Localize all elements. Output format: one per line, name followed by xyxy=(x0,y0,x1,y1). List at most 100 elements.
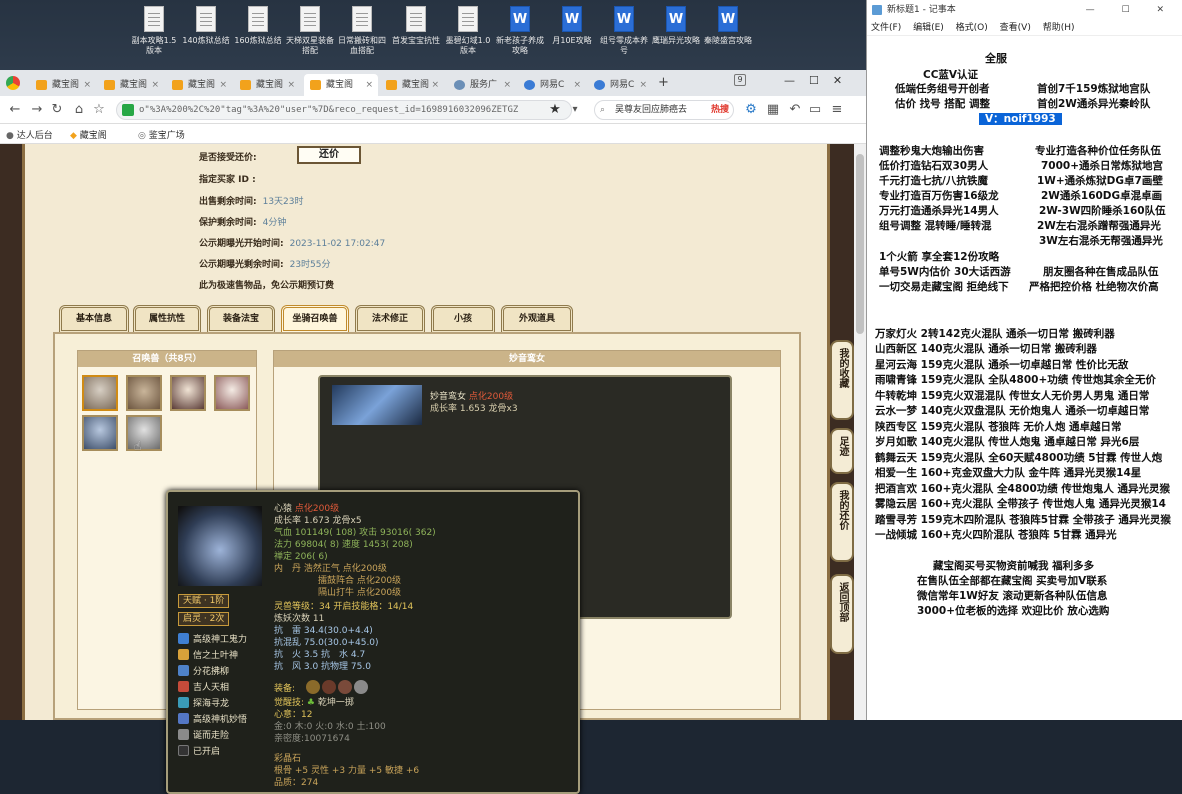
desktop-icon[interactable]: 140炼狱总结 xyxy=(180,4,232,66)
my-offers-button[interactable]: 我的还价 xyxy=(830,482,854,562)
desktop-icon[interactable]: 墨碧幻域1.0版本 xyxy=(442,4,494,66)
dropdown-icon[interactable]: ▾ xyxy=(566,101,584,119)
pet-growth: 成长率 1.673 龙骨x5 xyxy=(274,516,362,526)
pet-thumbnail[interactable] xyxy=(82,415,118,451)
window-controls[interactable]: — ☐ ✕ xyxy=(1086,0,1176,20)
desktop-icon[interactable]: 160炼狱总结 xyxy=(232,4,284,66)
footprint-button[interactable]: 足迹 xyxy=(830,428,854,474)
browser-tab[interactable]: 藏宝阁 × xyxy=(304,74,378,96)
bookmark-star-icon[interactable]: ★ xyxy=(546,101,564,119)
pet-thumbnail[interactable] xyxy=(214,375,250,411)
browser-tab[interactable]: 网易C × xyxy=(518,74,586,96)
forward-icon[interactable]: → xyxy=(28,101,46,119)
grid-icon[interactable]: ▦ xyxy=(764,101,782,119)
browser-tab[interactable]: 藏宝阁 × xyxy=(380,74,444,96)
pet-thumbnail[interactable] xyxy=(126,415,162,451)
desktop-icon[interactable]: 日常搬砖和四血搭配 xyxy=(336,4,388,66)
close-icon[interactable]: × xyxy=(151,74,159,96)
desktop-icon[interactable]: W 组号零成本养号 xyxy=(598,4,650,66)
menu-file[interactable]: 文件(F) xyxy=(871,23,901,33)
search-input[interactable]: ⌕ 吴尊友回应肺癌去 热搜 xyxy=(594,100,734,120)
pet-thumbnail[interactable] xyxy=(170,375,206,411)
new-tab-button[interactable]: + xyxy=(658,75,669,90)
extension-icon[interactable]: ⚙ xyxy=(742,101,760,119)
bookmark-item[interactable]: ● 达人后台 xyxy=(6,128,53,141)
browser-tab[interactable]: 服务广 × xyxy=(448,74,516,96)
skill-item[interactable]: 吉人天相 xyxy=(178,680,229,693)
skill-item[interactable]: 探海寻龙 xyxy=(178,696,229,709)
menu-format[interactable]: 格式(O) xyxy=(956,23,988,33)
back-to-top-button[interactable]: 返回顶部 xyxy=(830,574,854,654)
skill-label: 信之土叶神 xyxy=(193,651,239,661)
browser-tab[interactable]: 网易C × xyxy=(588,74,652,96)
address-bar[interactable]: o"%3A%200%2C%20"tag"%3A%20"user"%7D&reco… xyxy=(116,100,572,120)
desktop-icon[interactable]: 首发宝宝抗性 xyxy=(390,4,442,66)
close-icon[interactable]: × xyxy=(287,74,295,96)
desktop-icon[interactable]: W 新老孩子养成攻略 xyxy=(494,4,546,66)
skill-item[interactable]: 高级神工鬼力 xyxy=(178,632,247,645)
skill-item[interactable]: 分花拂柳 xyxy=(178,664,229,677)
bookmark-item[interactable]: ◎ 鉴宝广场 xyxy=(138,128,185,141)
notepad-window: 新标题1 - 记事本 — ☐ ✕ 文件(F) 编辑(E) 格式(O) 查看(V) … xyxy=(866,0,1182,720)
menu-edit[interactable]: 编辑(E) xyxy=(913,23,944,33)
close-icon[interactable]: × xyxy=(639,74,647,96)
close-icon[interactable]: × xyxy=(219,74,227,96)
notepad-text-area[interactable]: 全服 CC蓝V认证 低端任务组号开创者 首创7千159炼狱地宫队 估价 找号 搭… xyxy=(867,36,1182,720)
browser-tab[interactable]: 藏宝阁 × xyxy=(166,74,232,96)
tab-attributes[interactable]: 属性抗性 xyxy=(133,305,201,333)
close-icon[interactable]: × xyxy=(573,74,581,96)
desktop-icon[interactable]: W 鹰瑞异光攻略 xyxy=(650,4,702,66)
close-icon[interactable]: × xyxy=(503,74,511,96)
desktop-icon[interactable]: W 月10E攻略 xyxy=(546,4,598,66)
menu-help[interactable]: 帮助(H) xyxy=(1043,23,1075,33)
skill-item[interactable]: 已开启 xyxy=(178,744,220,757)
browser-tab[interactable]: 藏宝阁 × xyxy=(98,74,164,96)
pet-thumbnail[interactable] xyxy=(82,375,118,411)
skill-item[interactable]: 诞而走险 xyxy=(178,728,229,741)
star-icon[interactable]: ☆ xyxy=(90,101,108,119)
tab-appearance[interactable]: 外观道具 xyxy=(501,305,573,333)
menu-icon[interactable]: ≡ xyxy=(828,101,846,119)
tab-favicon-icon xyxy=(524,80,535,90)
bookmark-item[interactable]: ◆ 藏宝阁 xyxy=(70,128,107,141)
text-line: 调整秒鬼大炮输出伤害 xyxy=(879,145,984,157)
back-icon[interactable]: ← xyxy=(6,101,24,119)
pet-thumbnail[interactable] xyxy=(126,375,162,411)
tab-child[interactable]: 小孩 xyxy=(431,305,495,333)
close-icon[interactable]: × xyxy=(431,74,439,96)
home-icon[interactable]: ⌂ xyxy=(70,101,88,119)
skill-item[interactable]: 高级神机妙悟 xyxy=(178,712,247,725)
pet-xinyi: 心意：12 xyxy=(274,710,313,720)
undo-icon[interactable]: ↶ xyxy=(786,101,804,119)
skill-item[interactable]: 信之土叶神 xyxy=(178,648,238,661)
desktop-icon[interactable]: 天梯双星装备搭配 xyxy=(284,4,336,66)
sidebar-toggle-icon[interactable]: ▭ xyxy=(806,101,824,119)
tab-counter-badge[interactable]: 9 xyxy=(734,74,746,86)
browser-tab[interactable]: 藏宝阁 × xyxy=(234,74,300,96)
desktop-icon[interactable]: 副本攻略1.5版本 xyxy=(128,4,180,66)
equip-slot-icon[interactable] xyxy=(354,680,368,694)
reload-icon[interactable]: ↻ xyxy=(48,101,66,119)
close-icon[interactable]: × xyxy=(365,74,373,96)
equip-slot-icon[interactable] xyxy=(306,680,320,694)
url-text: o"%3A%200%2C%20"tag"%3A%20"user"%7D&reco… xyxy=(139,105,519,115)
equip-slot-icon[interactable] xyxy=(322,680,336,694)
tab-mounts-pets[interactable]: 坐骑召唤兽 xyxy=(281,305,349,333)
menu-view[interactable]: 查看(V) xyxy=(1000,23,1031,33)
window-controls[interactable]: —☐✕ xyxy=(784,74,856,87)
my-favorites-button[interactable]: 我的收藏 xyxy=(830,340,854,420)
equip-slot-icon[interactable] xyxy=(338,680,352,694)
scrollbar-thumb[interactable] xyxy=(856,154,864,334)
nav-bar: ← → ↻ ⌂ ☆ o"%3A%200%2C%20"tag"%3A%20"use… xyxy=(0,96,866,124)
tab-equipment[interactable]: 装备法宝 xyxy=(207,305,275,333)
protect-row: 保护剩余时间: 4分钟 xyxy=(199,215,286,228)
browser-tab[interactable]: 藏宝阁 × xyxy=(30,74,96,96)
page-scrollbar[interactable] xyxy=(854,144,866,720)
desktop-icon[interactable]: W 秦陵盛宫攻略 xyxy=(702,4,754,66)
tab-basic-info[interactable]: 基本信息 xyxy=(59,305,129,333)
browser-logo-icon[interactable] xyxy=(6,76,20,90)
offer-button[interactable]: 还价 xyxy=(297,146,361,164)
tab-spells[interactable]: 法术修正 xyxy=(355,305,425,333)
close-icon[interactable]: × xyxy=(83,74,91,96)
awakening-value: 乾坤一掷 xyxy=(317,698,354,708)
